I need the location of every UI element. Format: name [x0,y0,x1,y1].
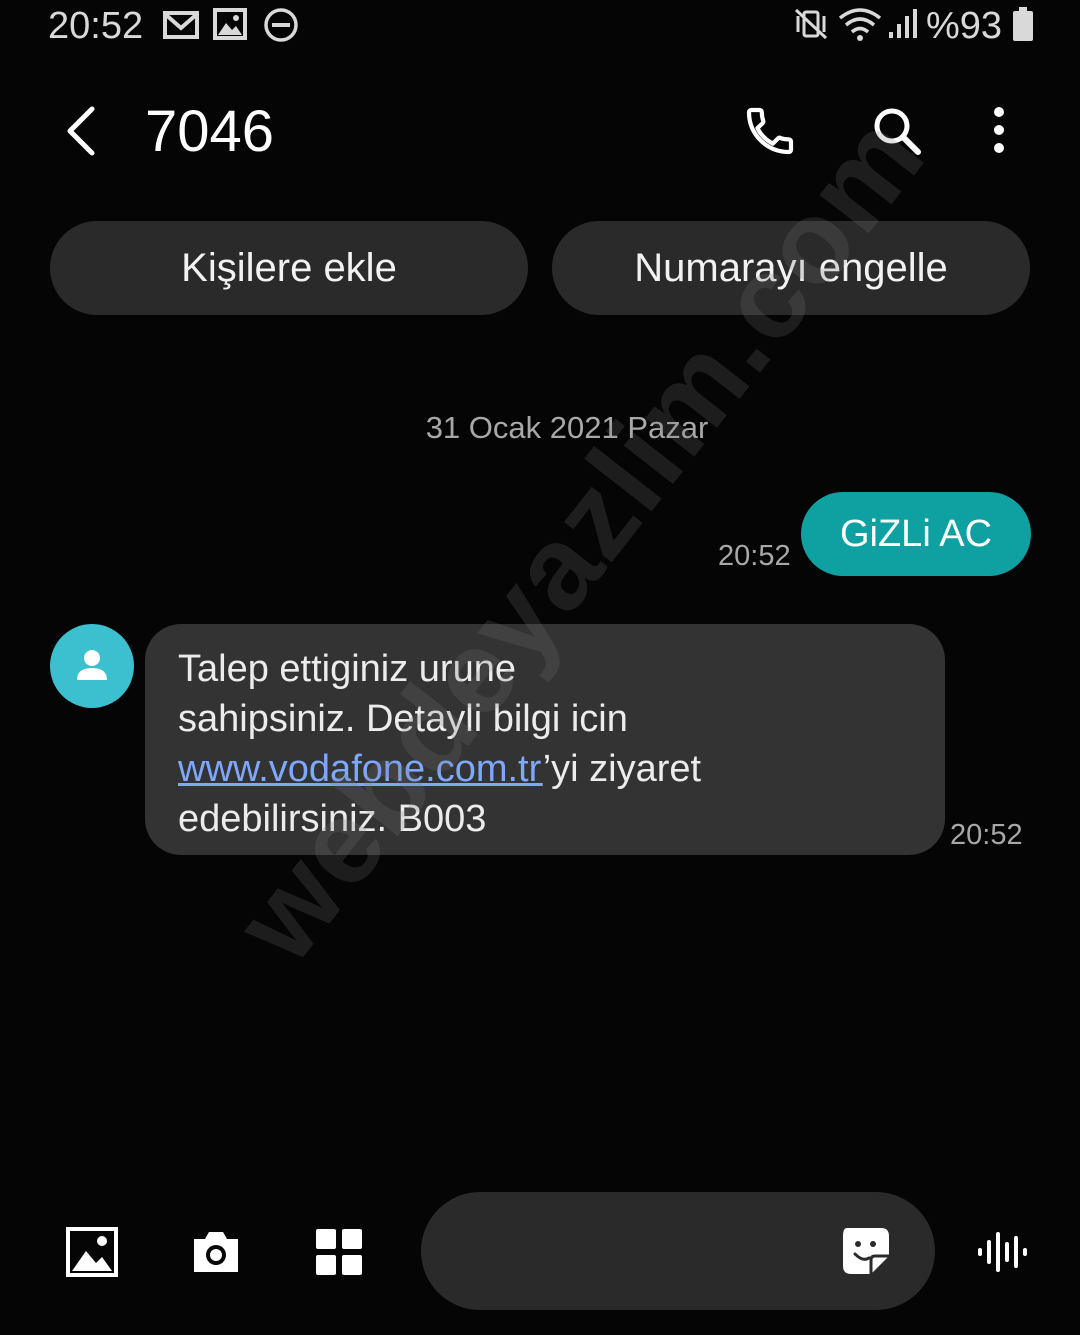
block-number-button[interactable]: Numarayı engelle [552,221,1030,315]
back-arrow-icon [67,106,95,156]
search-button[interactable] [870,104,924,158]
status-time: 20:52 [48,5,144,47]
image-icon [213,8,247,40]
back-button[interactable] [60,103,104,159]
date-separator: 31 Ocak 2021 Pazar [425,410,709,445]
received-message-time: 20:52 [950,819,1023,851]
sent-message-bubble[interactable]: GiZLi AC [801,492,1031,576]
apps-grid-icon [316,1229,362,1275]
gallery-icon [66,1227,118,1277]
block-number-label: Numarayı engelle [634,245,948,290]
conversation-title: 7046 [145,99,275,164]
person-icon [77,650,107,680]
battery-percent: %93 [925,5,1002,47]
more-options-button[interactable] [985,106,1013,156]
sticker-icon [843,1228,889,1274]
search-icon [874,108,921,155]
vodafone-link[interactable]: www.vodafone.com.tr [178,748,543,790]
received-message-bubble[interactable]: Talep ettiginiz urune sahipsiniz. Detayl… [145,624,945,855]
received-line-1: Talep ettiginiz urune [178,648,516,690]
sticker-button[interactable] [841,1226,891,1276]
camera-button[interactable] [190,1229,242,1275]
message-input-container[interactable] [421,1192,935,1310]
received-line-2: sahipsiniz. Detayli bilgi icin [178,698,628,740]
call-button[interactable] [742,103,798,159]
sent-message-time: 20:52 [718,540,791,572]
do-not-disturb-icon [263,7,299,43]
voice-button[interactable] [976,1228,1028,1276]
more-vert-icon [994,107,1004,153]
apps-button[interactable] [315,1228,363,1276]
mail-icon [163,10,199,40]
add-contact-label: Kişilere ekle [181,245,397,290]
voice-icon [978,1232,1027,1272]
mute-vibrate-icon [793,6,829,42]
received-line-4: edebilirsiniz. B003 [178,798,487,840]
signal-icon [887,8,919,40]
received-line-3-rest: ’yi ziyaret [542,748,702,790]
gallery-button[interactable] [66,1227,118,1277]
phone-icon [746,107,794,155]
battery-icon [1012,6,1034,42]
avatar[interactable] [50,624,134,708]
message-input[interactable] [461,1226,825,1278]
camera-icon [194,1232,238,1272]
sent-message-text: GiZLi AC [839,512,993,555]
wifi-icon [838,6,882,42]
add-contact-button[interactable]: Kişilere ekle [50,221,528,315]
received-line-3: www.vodafone.com.tr’yi ziyaret [178,744,915,794]
